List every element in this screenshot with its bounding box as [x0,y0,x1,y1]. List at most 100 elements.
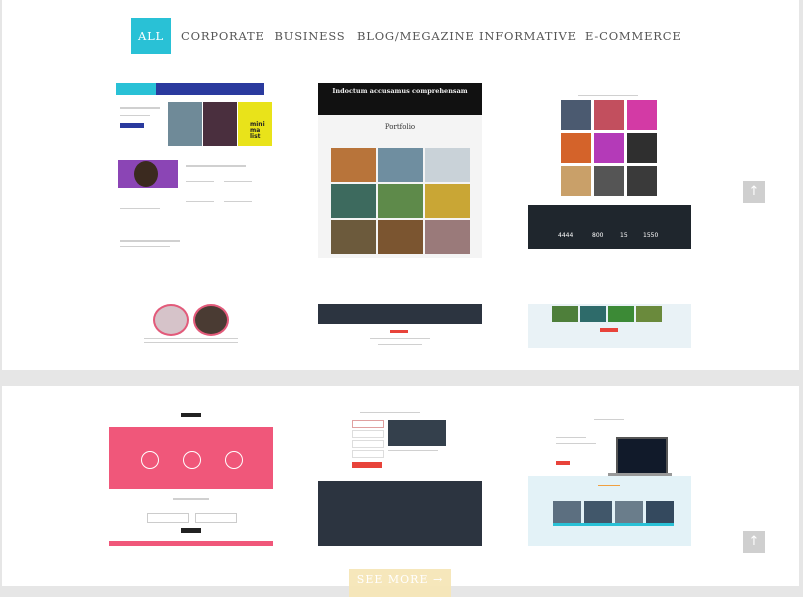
thumb-grid-photo [378,220,423,254]
thumb-stats-band: 4444 800 15 1550 [528,205,691,249]
thumb-text-line [556,437,586,438]
portfolio-item-7[interactable] [109,413,273,546]
thumb-sidebar-item [352,440,384,448]
thumb-button [390,330,408,333]
thumb-text-line [120,246,170,247]
thumb-avatar [153,304,189,336]
filter-bar: ALL CORPORATE BUSINESS BLOG/MEGAZINE INF… [0,18,803,54]
thumb-logo [181,413,201,417]
thumb-hero: Indoctum accusamus comprehensam [318,83,482,115]
arrow-up-icon: ↑ [748,184,760,199]
thumb-grid-photo [627,166,657,196]
filter-tab-corporate[interactable]: CORPORATE [181,18,264,54]
thumb-text-line [370,338,430,339]
thumb-button [556,461,570,465]
thumb-grid-photo [331,220,376,254]
filter-tab-informative[interactable]: INFORMATIVE [479,18,576,54]
thumb-text-line [224,201,252,202]
thumb-stat: 1550 [643,232,659,239]
portfolio-item-5[interactable] [318,304,482,348]
thumb-text-line [388,450,438,451]
thumb-grid-photo [425,148,470,182]
scroll-top-button[interactable]: ↑ [743,531,765,553]
thumb-text-line [144,338,238,339]
thumb-grid-photo [425,184,470,218]
thumb-circle-icon [225,451,243,469]
thumb-pink-hero [109,427,273,489]
thumb-text-line [186,165,246,167]
thumb-grid-photo [561,100,591,130]
thumb-photo [203,102,237,146]
thumb-grid-photo [331,148,376,182]
thumb-header-accent [116,83,156,95]
thumb-circle-icon [141,451,159,469]
thumb-stat: 4444 [558,232,574,239]
thumb-text-line [556,443,596,444]
thumb-footer-band [109,541,273,546]
arrow-right-icon: → [432,573,444,586]
thumb-grid-photo [378,184,423,218]
thumb-person [134,161,158,187]
thumb-text-line [186,181,214,182]
thumb-avatar [193,304,229,336]
portfolio-item-2[interactable]: Indoctum accusamus comprehensam Portfoli… [318,83,482,258]
thumb-grid-photo [425,220,470,254]
thumb-accent-line [553,523,674,526]
thumb-grid-photo [627,100,657,130]
thumb-photo [168,102,202,146]
portfolio-item-1[interactable]: mini ma list [116,83,274,258]
thumb-dark-section [318,481,482,546]
portfolio-item-8[interactable] [318,408,482,546]
filter-tab-all[interactable]: ALL [131,18,171,54]
thumb-button [120,123,144,128]
thumb-nav-line [578,95,638,96]
thumb-sidebar-item [352,420,384,428]
portfolio-item-3[interactable]: 4444 800 15 1550 [528,83,691,258]
thumb-button [181,528,201,533]
portfolio-item-6[interactable] [528,304,691,348]
arrow-up-icon: ↑ [748,534,760,549]
thumb-sidebar-item [352,430,384,438]
thumb-grid-photo [331,184,376,218]
thumb-hero-title: Indoctum accusamus comprehensam [332,87,468,95]
scroll-top-button[interactable]: ↑ [743,181,765,203]
thumb-button [600,328,618,332]
thumb-grid-photo [594,133,624,163]
thumb-text-line [120,107,160,109]
portfolio-item-4[interactable] [140,304,240,346]
thumb-photo [608,306,634,322]
filter-tab-e-commerce[interactable]: E-COMMERCE [585,18,681,54]
thumb-team-photo [584,501,612,523]
thumb-circle-icon [183,451,201,469]
thumb-text-line [598,485,620,486]
load-more-button[interactable]: SEE MORE → [349,569,451,597]
thumb-text-line [186,201,214,202]
thumb-form-field [195,513,237,523]
thumb-text-line [224,181,252,182]
thumb-dark-band [318,304,482,324]
thumb-photo [580,306,606,322]
thumb-grid-photo [594,100,624,130]
load-more-label: SEE MORE [356,573,429,586]
thumb-team-photo [615,501,643,523]
thumb-text-line [120,208,160,209]
filter-tab-business[interactable]: BUSINESS [274,18,346,54]
thumb-nav-line [360,412,420,413]
thumb-grid-photo [561,133,591,163]
thumb-stat: 800 [592,232,604,239]
thumb-grid-photo [378,148,423,182]
thumb-button [352,462,382,468]
thumb-yellow-tile: mini ma list [238,102,272,146]
thumb-photo [388,420,446,446]
thumb-form-field [147,513,189,523]
thumb-text-line [120,240,180,242]
thumb-photo [636,306,662,322]
thumb-grid-photo [627,133,657,163]
thumb-text-line [144,342,238,343]
thumb-laptop [616,437,668,475]
thumb-text-line [120,115,150,116]
thumb-sidebar-item [352,450,384,458]
filter-tab-blog-megazine[interactable]: BLOG/MEGAZINE [357,18,474,54]
thumb-nav-line [594,419,624,420]
portfolio-item-9[interactable] [528,413,691,546]
